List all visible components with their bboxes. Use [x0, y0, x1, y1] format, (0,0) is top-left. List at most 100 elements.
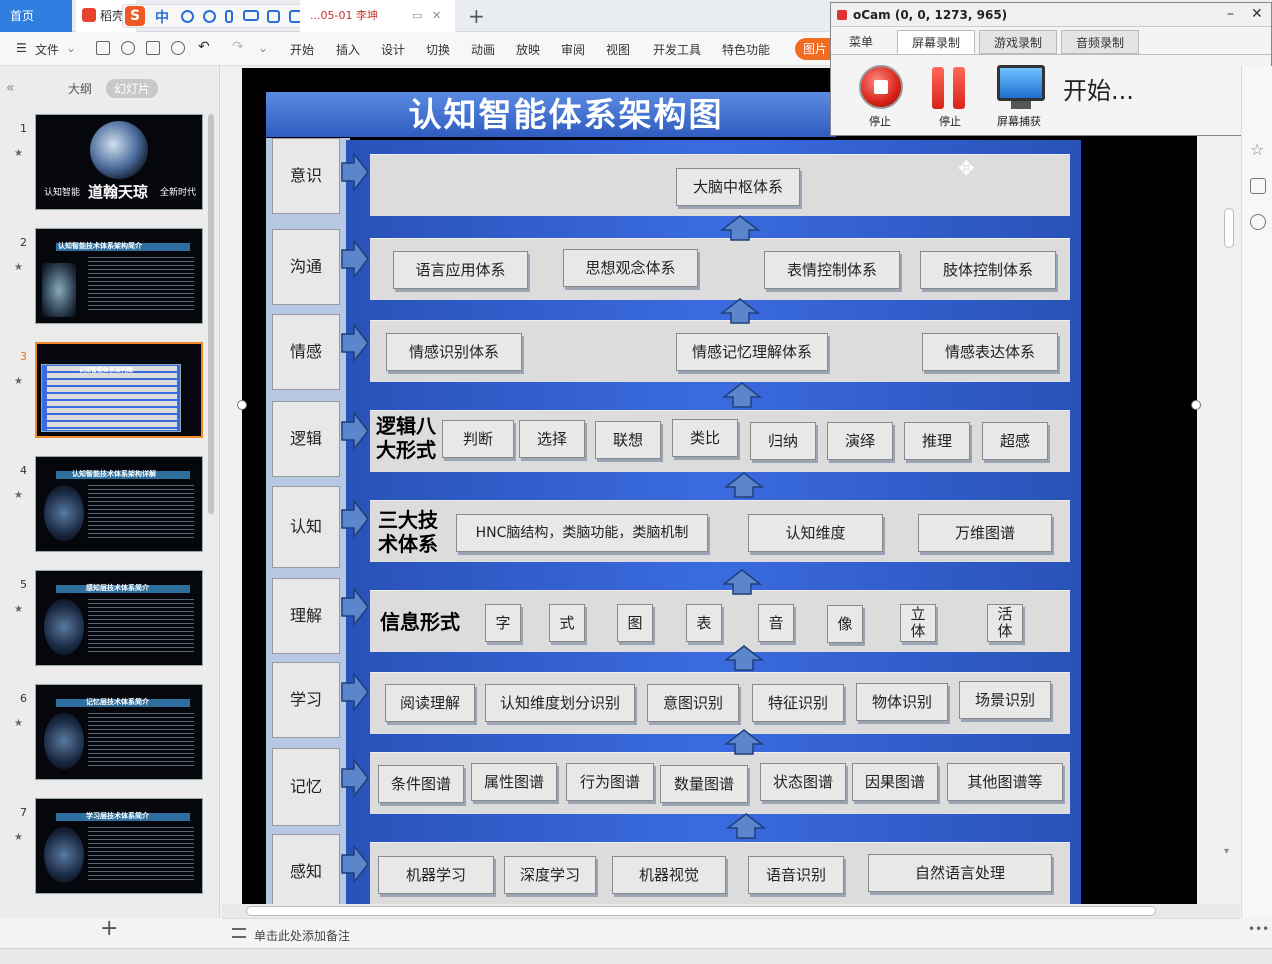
box-quantity-graph[interactable]: 数量图谱	[660, 765, 748, 803]
tab-current-file[interactable]: ...05-01 李坤 ▭ ✕	[300, 0, 455, 32]
star-outline-icon[interactable]: ☆	[1250, 140, 1264, 159]
menu-design[interactable]: 设计	[381, 41, 405, 58]
layer-label-cognition[interactable]: 认知	[272, 486, 340, 568]
ocam-window[interactable]: oCam (0, 0, 1273, 965) – ✕ 菜单 屏幕录制 游戏录制 …	[830, 2, 1272, 136]
tab-outline[interactable]: 大纲	[68, 80, 92, 97]
box-sound[interactable]: 音	[758, 604, 794, 642]
tab-slides[interactable]: 幻灯片	[106, 79, 159, 98]
stop-record-icon[interactable]	[859, 65, 903, 109]
box-dimension-recognition[interactable]: 认知维度划分识别	[485, 684, 635, 722]
menu-slideshow[interactable]: 放映	[516, 41, 540, 58]
hamburger-icon[interactable]: ☰	[16, 41, 27, 55]
box-judgment[interactable]: 判断	[442, 420, 514, 458]
emoji-icon[interactable]	[203, 10, 216, 23]
slide-thumbnail-2[interactable]: 认知智能技术体系架构简介	[35, 228, 203, 324]
menu-insert[interactable]: 插入	[336, 41, 360, 58]
box-speech-recognition[interactable]: 语音识别	[748, 856, 844, 894]
scroll-down-icon[interactable]: ▾	[1224, 846, 1229, 857]
box-body-control[interactable]: 肢体控制体系	[920, 251, 1056, 289]
box-induction[interactable]: 归纳	[750, 422, 816, 460]
box-hnc[interactable]: HNC脑结构，类脑功能，类脑机制	[456, 514, 708, 552]
slide-thumbnail-5[interactable]: 感知层技术体系简介	[35, 570, 203, 666]
box-ideology[interactable]: 思想观念体系	[563, 249, 698, 287]
box-attribute-graph[interactable]: 属性图谱	[471, 763, 557, 801]
menu-review[interactable]: 审阅	[561, 41, 585, 58]
picture-tools-button[interactable]: 图片	[795, 38, 835, 60]
box-state-graph[interactable]: 状态图谱	[760, 763, 846, 801]
box-living[interactable]: 活体	[987, 604, 1023, 642]
box-intent-recognition[interactable]: 意图识别	[647, 684, 739, 722]
box-machine-vision[interactable]: 机器视觉	[612, 856, 726, 894]
menu-animation[interactable]: 动画	[471, 41, 495, 58]
menu-home[interactable]: 开始	[290, 41, 314, 58]
resize-handle-left[interactable]	[237, 400, 247, 410]
screen-capture-icon[interactable]	[997, 65, 1045, 101]
menu-developer[interactable]: 开发工具	[653, 41, 701, 58]
scroll-thumb[interactable]	[246, 906, 1156, 916]
pause-icon[interactable]	[932, 67, 944, 109]
new-tab-icon[interactable]: +	[468, 4, 485, 28]
slide-thumbnail-1[interactable]: 认知智能 道翰天琼 全新时代	[35, 114, 203, 210]
box-emotion-recognition[interactable]: 情感识别体系	[386, 333, 522, 371]
layer-label-understanding[interactable]: 理解	[272, 578, 340, 654]
menu-file[interactable]: 文件	[35, 41, 59, 58]
vertical-scrollbar[interactable]	[1224, 208, 1234, 248]
add-slide-button[interactable]: +	[100, 916, 118, 941]
comment-icon[interactable]	[1250, 178, 1266, 194]
chevron-down-icon[interactable]: ⌄	[66, 41, 76, 55]
help-icon[interactable]	[1250, 214, 1266, 230]
layer-label-emotion[interactable]: 情感	[272, 314, 340, 390]
slide-thumbnail-6[interactable]: 记忆层技术体系简介	[35, 684, 203, 780]
more-icon[interactable]: •••	[1248, 922, 1269, 936]
layer-label-learning[interactable]: 学习	[272, 662, 340, 738]
box-formula[interactable]: 式	[549, 604, 585, 642]
box-video[interactable]: 像	[827, 605, 863, 643]
box-analogy[interactable]: 类比	[672, 419, 738, 457]
notes-placeholder[interactable]: 单击此处添加备注	[254, 927, 350, 944]
minimize-icon[interactable]: –	[1227, 6, 1234, 22]
menu-transition[interactable]: 切换	[426, 41, 450, 58]
menu-view[interactable]: 视图	[606, 41, 630, 58]
slide-thumbnail-7[interactable]: 学习层技术体系简介	[35, 798, 203, 894]
box-cognitive-dimension[interactable]: 认知维度	[748, 514, 883, 552]
box-emotion-expression[interactable]: 情感表达体系	[922, 333, 1058, 371]
slide-thumbnail-3[interactable]: 认知智能体系架构图	[35, 342, 203, 438]
box-causal-graph[interactable]: 因果图谱	[852, 763, 938, 801]
box-brain-hub[interactable]: 大脑中枢体系	[676, 168, 800, 206]
tab-close-icon[interactable]: ✕	[432, 0, 441, 32]
slide-thumbnail-4[interactable]: 认知智能技术体系架构详解	[35, 456, 203, 552]
box-nlp[interactable]: 自然语言处理	[868, 854, 1052, 892]
box-supersense[interactable]: 超感	[982, 422, 1048, 460]
box-deduction[interactable]: 演绎	[827, 422, 893, 460]
ocam-titlebar[interactable]: oCam (0, 0, 1273, 965) – ✕	[831, 3, 1271, 27]
close-icon[interactable]: ✕	[1251, 6, 1263, 22]
box-language[interactable]: 语言应用体系	[393, 251, 528, 289]
box-condition-graph[interactable]: 条件图谱	[378, 765, 464, 803]
undo-icon[interactable]: ↶	[198, 39, 210, 55]
box-3d[interactable]: 立体	[900, 604, 936, 642]
print-icon[interactable]	[146, 41, 160, 55]
ocam-tab-screen-record[interactable]: 屏幕录制	[897, 30, 976, 54]
punctuation-icon[interactable]	[181, 10, 194, 23]
layer-label-perception[interactable]: 感知	[272, 834, 340, 904]
layer-label-logic[interactable]: 逻辑	[272, 401, 340, 477]
layer-label-consciousness[interactable]: 意识	[272, 138, 340, 214]
resize-handle-right[interactable]	[1191, 400, 1201, 410]
tab-home[interactable]: 首页	[0, 0, 72, 32]
notes-area[interactable]: 单击此处添加备注	[222, 918, 1240, 948]
box-association[interactable]: 联想	[595, 421, 661, 459]
voice-icon[interactable]	[225, 10, 233, 23]
redo-icon[interactable]: ↷	[232, 39, 244, 55]
box-table[interactable]: 表	[686, 604, 722, 642]
box-machine-learning[interactable]: 机器学习	[378, 856, 494, 894]
box-behavior-graph[interactable]: 行为图谱	[566, 763, 654, 801]
slide-canvas[interactable]: 认知智能体系架构图 意识 沟通 情感 逻辑 认知 理解 学习 记忆 感知 大脑中…	[242, 68, 1197, 904]
ocam-tab-menu[interactable]: 菜单	[835, 30, 887, 54]
box-universal-graph[interactable]: 万维图谱	[918, 514, 1052, 552]
box-feature-recognition[interactable]: 特征识别	[752, 684, 844, 722]
box-expression-control[interactable]: 表情控制体系	[764, 251, 900, 289]
skin-icon[interactable]	[267, 10, 280, 23]
box-reading[interactable]: 阅读理解	[385, 684, 475, 722]
preview-icon[interactable]	[171, 41, 185, 55]
quick-access-chevron-icon[interactable]: ⌄	[258, 41, 268, 55]
